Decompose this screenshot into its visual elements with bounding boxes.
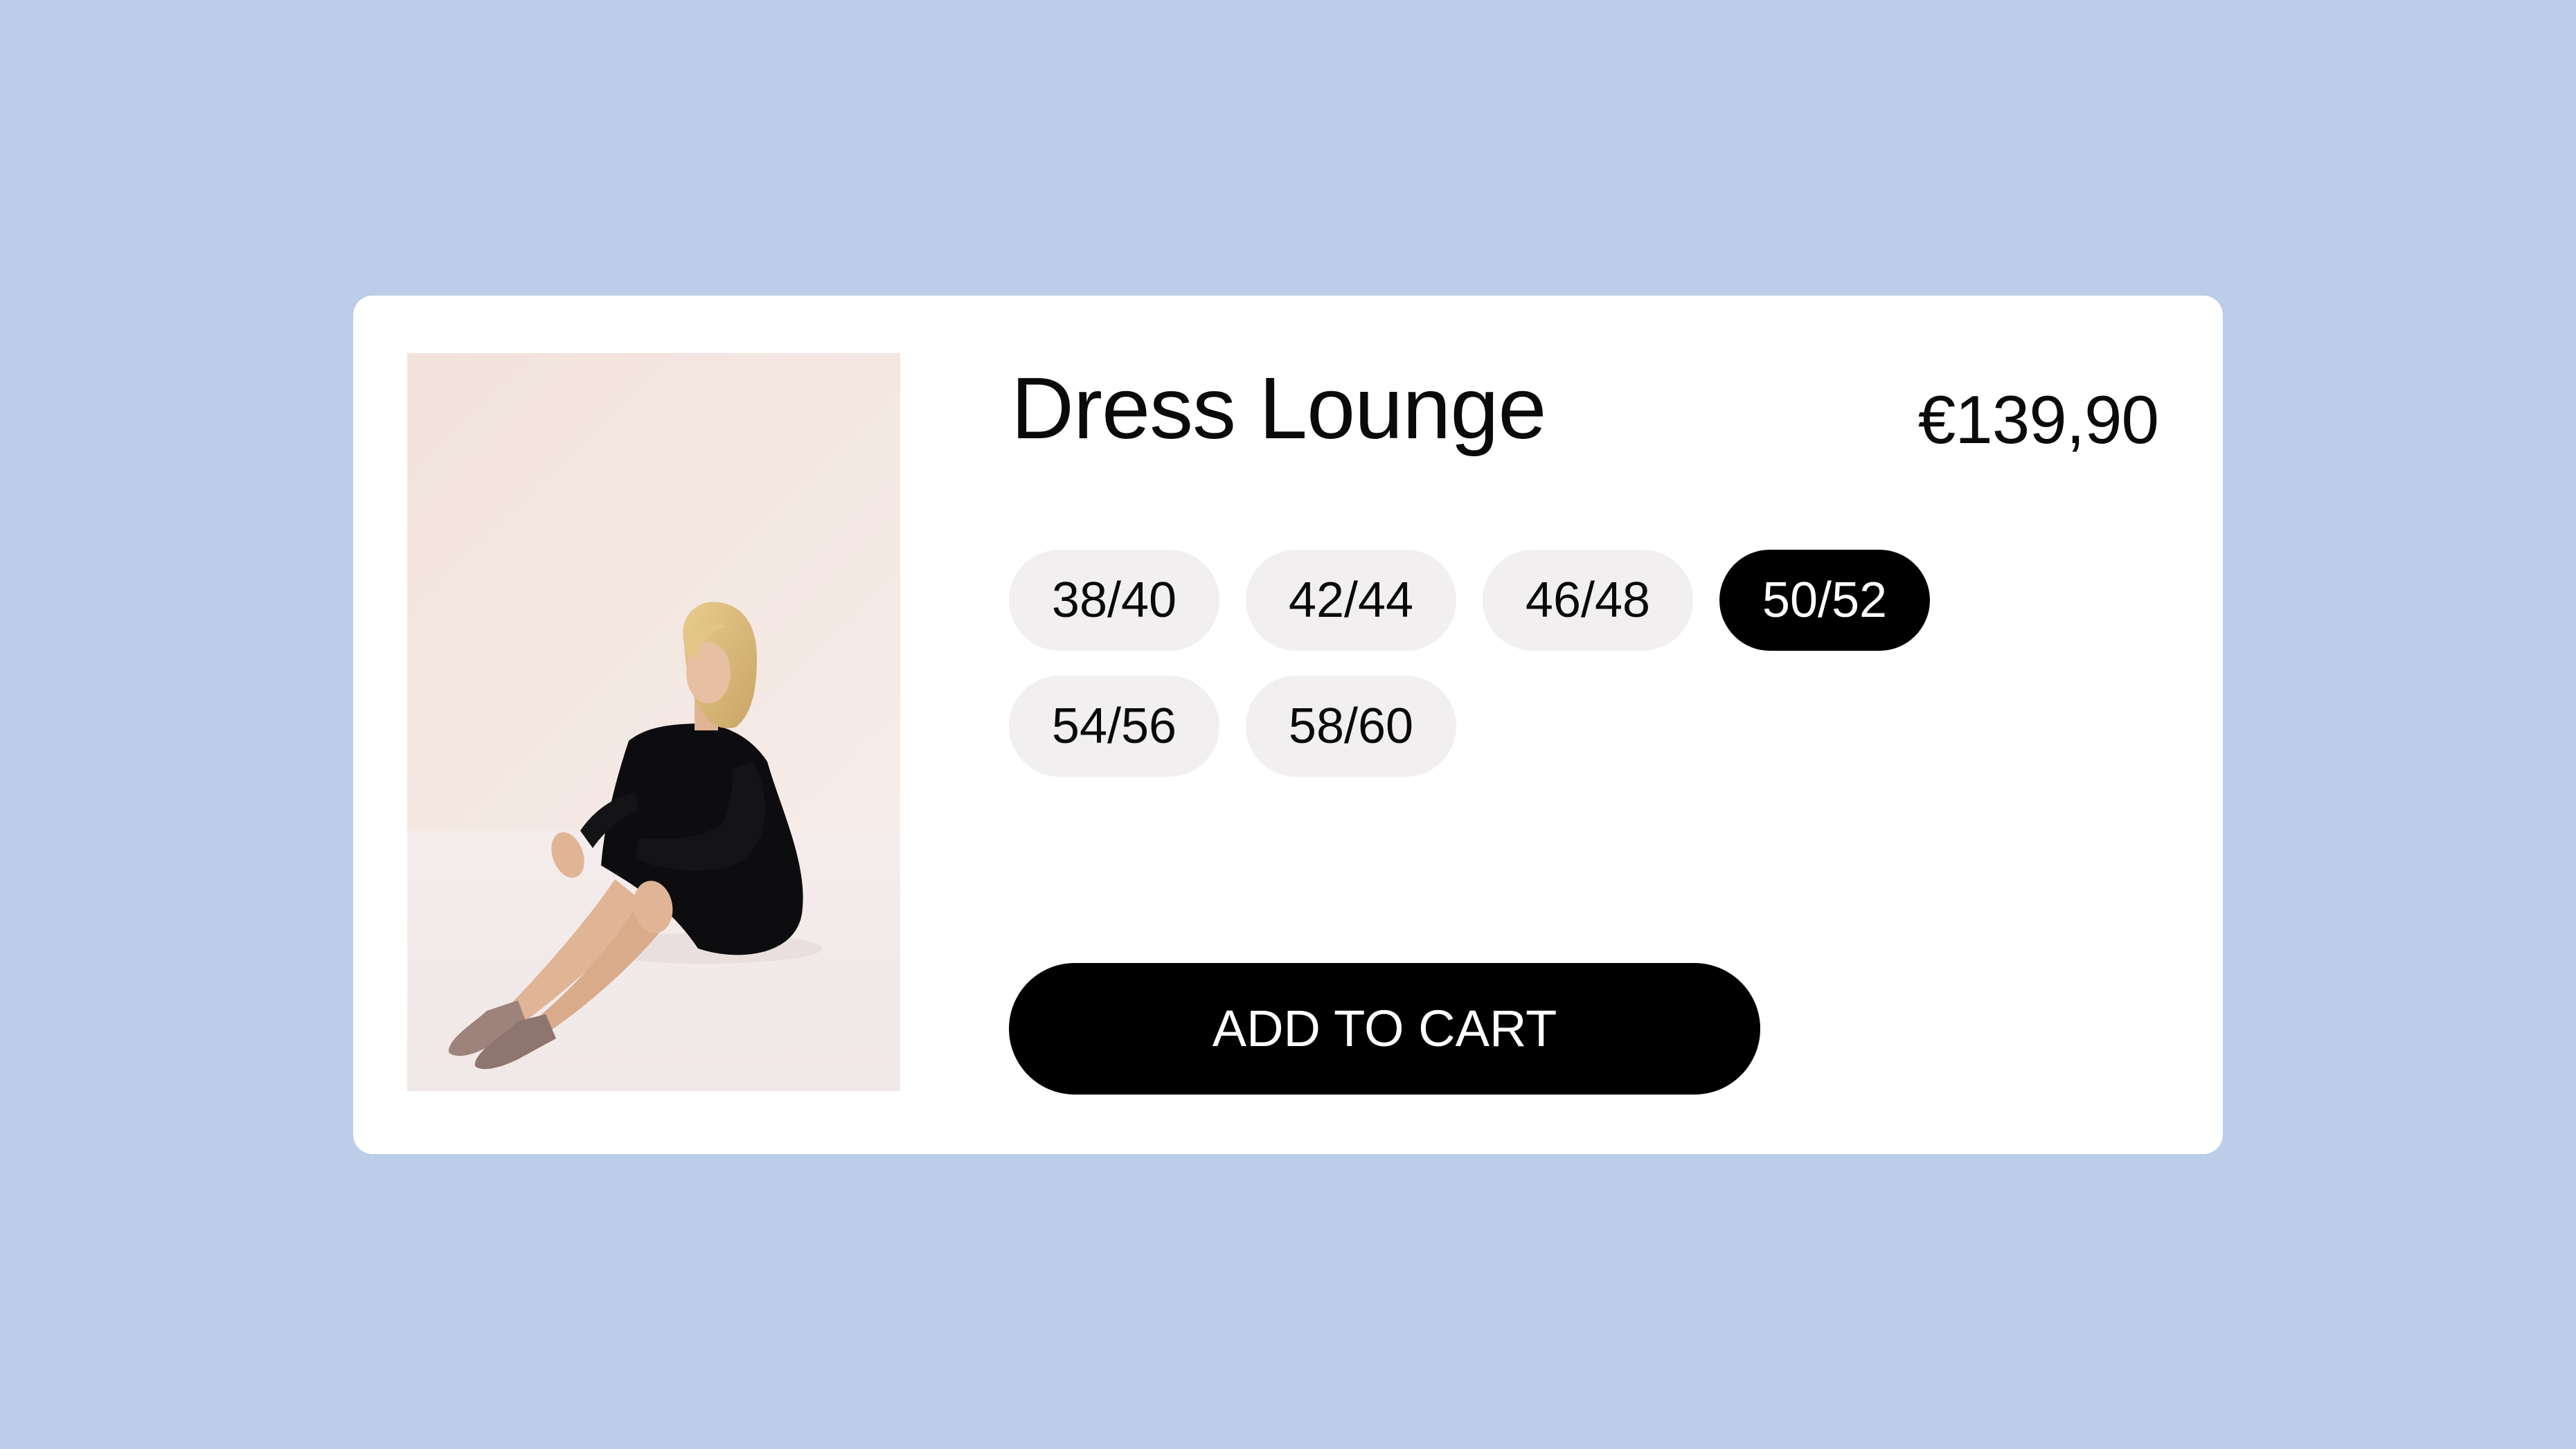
size-selector: 38/40 42/44 46/48 50/52 54/56 58/60 (1009, 550, 1978, 785)
model-photo (407, 353, 900, 1091)
size-chip-58-60[interactable]: 58/60 (1246, 676, 1456, 777)
product-card: Dress Lounge €139,90 38/40 42/44 46/48 5… (353, 296, 2223, 1154)
size-chip-46-48[interactable]: 46/48 (1483, 550, 1693, 651)
size-chip-42-44[interactable]: 42/44 (1246, 550, 1456, 651)
product-image (407, 353, 900, 1091)
size-chip-38-40[interactable]: 38/40 (1009, 550, 1219, 651)
add-to-cart-button[interactable]: ADD TO CART (1009, 963, 1760, 1095)
size-chip-54-56[interactable]: 54/56 (1009, 676, 1219, 777)
product-price: €139,90 (1917, 381, 2159, 458)
size-chip-50-52[interactable]: 50/52 (1719, 550, 1930, 651)
product-title: Dress Lounge (1011, 359, 1546, 457)
